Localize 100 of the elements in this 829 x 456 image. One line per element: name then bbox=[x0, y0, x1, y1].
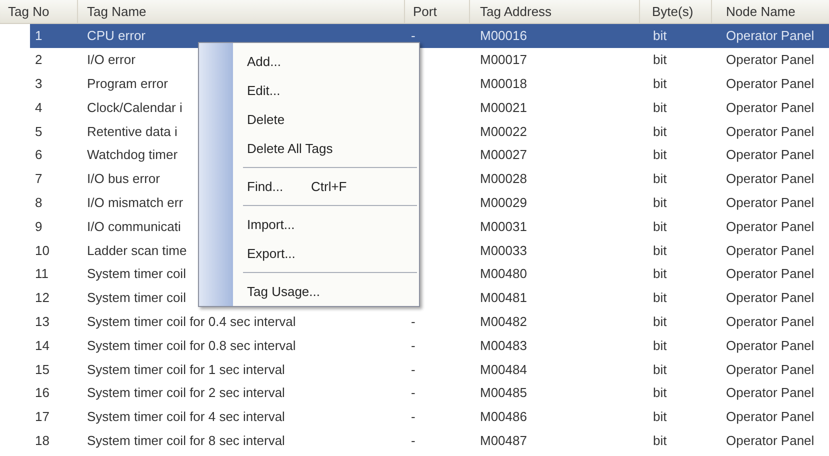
table-cell: bit bbox=[653, 124, 667, 139]
table-cell: Operator Panel bbox=[726, 100, 814, 115]
table-cell: Operator Panel bbox=[726, 218, 814, 234]
table-cell: I/O mismatch err bbox=[87, 194, 184, 210]
menu-item[interactable]: Import... bbox=[199, 210, 419, 239]
table-cell: 14 bbox=[35, 338, 50, 353]
table-cell: 10 bbox=[35, 242, 50, 258]
table-cell: - bbox=[411, 314, 416, 329]
table-cell: Operator Panel bbox=[726, 76, 814, 91]
table-cell: 13 bbox=[35, 314, 50, 329]
table-cell: 18 bbox=[35, 432, 50, 448]
table-cell: M00484 bbox=[480, 362, 527, 377]
table-cell: System timer coil bbox=[87, 266, 186, 282]
table-cell: Operator Panel bbox=[726, 28, 814, 44]
table-cell: M00017 bbox=[480, 52, 527, 68]
table-cell: System timer coil bbox=[87, 290, 186, 306]
table-cell: bit bbox=[653, 218, 667, 234]
table-cell: bit bbox=[653, 194, 667, 210]
table-cell: 16 bbox=[35, 385, 50, 400]
table-cell: - bbox=[411, 385, 416, 400]
table-cell: bit bbox=[653, 171, 667, 186]
table-cell: 3 bbox=[35, 76, 42, 91]
table-cell: System timer coil for 4 sec interval bbox=[87, 409, 285, 424]
table-cell: bit bbox=[653, 385, 667, 400]
column-header[interactable]: Tag No bbox=[0, 0, 78, 23]
table-cell: 4 bbox=[35, 100, 42, 115]
table-cell: Watchdog timer bbox=[87, 147, 178, 162]
table-cell: bit bbox=[653, 100, 667, 115]
table-cell: M00028 bbox=[480, 171, 527, 186]
column-header[interactable]: Tag Address bbox=[470, 0, 640, 23]
table-cell: M00033 bbox=[480, 242, 527, 258]
table-cell: - bbox=[411, 28, 416, 44]
table-cell: M00029 bbox=[480, 194, 527, 210]
menu-item[interactable]: Find... Ctrl+F bbox=[199, 172, 419, 201]
column-header[interactable]: Port bbox=[405, 0, 470, 23]
menu-item[interactable]: Edit... bbox=[199, 76, 419, 105]
table-cell: M00487 bbox=[480, 432, 527, 448]
table-cell: Operator Panel bbox=[726, 362, 814, 377]
table-cell: Operator Panel bbox=[726, 194, 814, 210]
menu-item[interactable]: Tag Usage... bbox=[199, 277, 419, 306]
table-cell: bit bbox=[653, 28, 667, 44]
table-cell: M00486 bbox=[480, 409, 527, 424]
table-cell: System timer coil for 0.4 sec interval bbox=[87, 314, 296, 329]
menu-item[interactable]: Export... bbox=[199, 239, 419, 268]
table-cell: M00016 bbox=[480, 28, 527, 44]
table-cell: bit bbox=[653, 290, 667, 306]
table-cell: System timer coil for 0.8 sec interval bbox=[87, 338, 296, 353]
table-cell: Retentive data i bbox=[87, 124, 178, 139]
table-cell: M00485 bbox=[480, 385, 527, 400]
table-cell: Operator Panel bbox=[726, 314, 814, 329]
table-cell: I/O error bbox=[87, 52, 136, 68]
column-header[interactable]: Tag Name bbox=[78, 0, 405, 23]
table-cell: 9 bbox=[35, 218, 42, 234]
table-cell: System timer coil for 1 sec interval bbox=[87, 362, 285, 377]
table-cell: Operator Panel bbox=[726, 266, 814, 282]
table-cell: Ladder scan time bbox=[87, 242, 187, 258]
table-cell: 8 bbox=[35, 194, 42, 210]
table-cell: - bbox=[411, 409, 416, 424]
table-cell: CPU error bbox=[87, 28, 146, 44]
table-cell: M00481 bbox=[480, 290, 527, 306]
menu-item[interactable]: Add... bbox=[199, 47, 419, 76]
table-cell: - bbox=[411, 338, 416, 353]
table-cell: 11 bbox=[35, 266, 48, 282]
table-cell: M00027 bbox=[480, 147, 527, 162]
table-cell: bit bbox=[653, 266, 667, 282]
table-cell: System timer coil for 2 sec interval bbox=[87, 385, 285, 400]
table-cell: 2 bbox=[35, 52, 42, 68]
table-cell: 5 bbox=[35, 124, 42, 139]
table-cell: M00018 bbox=[480, 76, 527, 91]
table-cell: bit bbox=[653, 314, 667, 329]
table-cell: bit bbox=[653, 52, 667, 68]
table-cell: M00483 bbox=[480, 338, 527, 353]
table-cell: I/O bus error bbox=[87, 171, 160, 186]
table-cell: bit bbox=[653, 76, 667, 91]
table-cell: I/O communicati bbox=[87, 218, 181, 234]
table-cell: Operator Panel bbox=[726, 432, 814, 448]
table-cell: bit bbox=[653, 409, 667, 424]
menu-item[interactable]: Delete bbox=[199, 105, 419, 134]
table-cell: Operator Panel bbox=[726, 338, 814, 353]
column-header[interactable]: Byte(s) bbox=[640, 0, 712, 23]
table-cell: M00022 bbox=[480, 124, 527, 139]
table-cell: 6 bbox=[35, 147, 42, 162]
table-cell: 1 bbox=[35, 28, 42, 44]
table-cell: M00480 bbox=[480, 266, 527, 282]
table-cell: Operator Panel bbox=[726, 147, 814, 162]
table-cell: Operator Panel bbox=[726, 242, 814, 258]
table-cell: Operator Panel bbox=[726, 52, 814, 68]
table-cell: Operator Panel bbox=[726, 409, 814, 424]
table-cell: - bbox=[411, 362, 416, 377]
table-cell: Operator Panel bbox=[726, 290, 814, 306]
table-cell: Clock/Calendar i bbox=[87, 100, 182, 115]
selected-row[interactable]: 1 CPU error - M00016 bit Operator Panel bbox=[30, 24, 829, 48]
table-cell: M00021 bbox=[480, 100, 527, 115]
table-cell: Operator Panel bbox=[726, 385, 814, 400]
table-cell: 12 bbox=[35, 290, 50, 306]
table-cell: bit bbox=[653, 147, 667, 162]
table-cell: - bbox=[411, 432, 416, 448]
menu-item[interactable]: Delete All Tags bbox=[199, 134, 419, 163]
table-cell: Operator Panel bbox=[726, 124, 814, 139]
column-header[interactable]: Node Name bbox=[712, 0, 829, 23]
